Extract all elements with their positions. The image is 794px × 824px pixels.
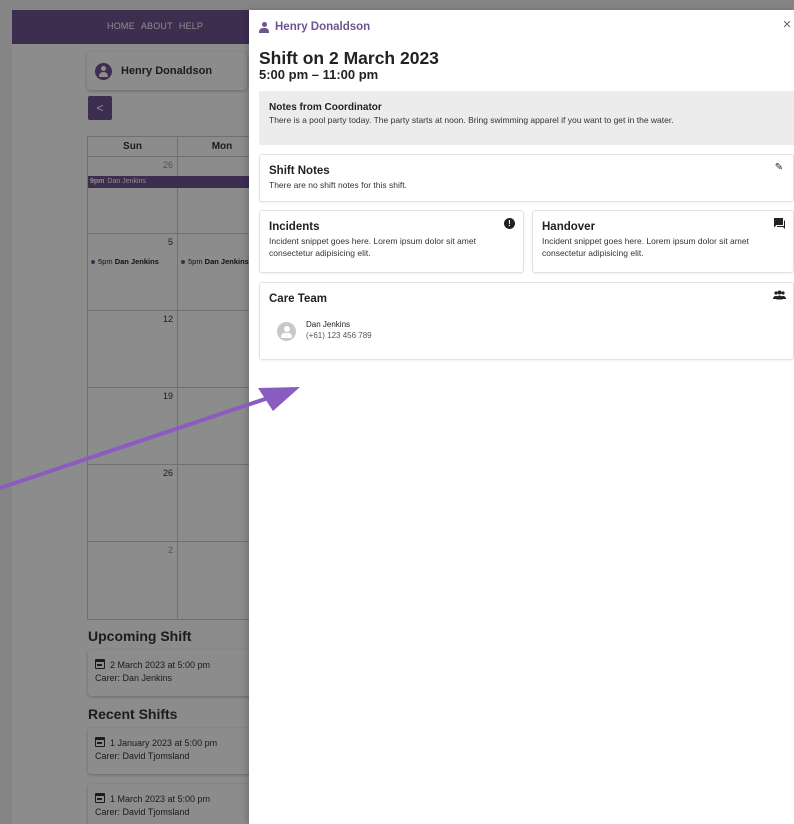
care-team-member[interactable]: Dan Jenkins (+61) 123 456 789 xyxy=(277,319,372,341)
chat-icon xyxy=(773,218,785,230)
shift-notes-card: Shift Notes There are no shift notes for… xyxy=(259,154,794,202)
incidents-text: Incident snippet goes here. Lorem ipsum … xyxy=(269,236,476,258)
member-name: Dan Jenkins xyxy=(306,320,351,329)
handover-card[interactable]: Handover Incident snippet goes here. Lor… xyxy=(532,210,794,273)
alert-icon: ! xyxy=(504,218,515,229)
drawer-client-header: Henry Donaldson xyxy=(259,21,370,33)
shift-title: Shift on 2 March 2023 xyxy=(259,48,439,68)
shift-time-range: 5:00 pm – 11:00 pm xyxy=(259,67,379,82)
coordinator-notes-title: Notes from Coordinator xyxy=(269,102,382,113)
care-team-title: Care Team xyxy=(269,293,327,305)
handover-text: Incident snippet goes here. Lorem ipsum … xyxy=(542,236,749,258)
incidents-title: Incidents xyxy=(269,221,320,233)
pencil-icon[interactable]: ✎ xyxy=(773,162,785,174)
arrow-shaft xyxy=(0,392,281,490)
shift-notes-text: There are no shift notes for this shift. xyxy=(269,180,407,190)
person-icon xyxy=(259,21,269,33)
avatar-icon xyxy=(277,322,296,341)
drawer-client-name: Henry Donaldson xyxy=(275,21,371,33)
coordinator-notes: Notes from Coordinator There is a pool p… xyxy=(259,91,794,145)
coordinator-notes-text: There is a pool party today. The party s… xyxy=(269,115,674,125)
shift-detail-drawer: Henry Donaldson × Shift on 2 March 2023 … xyxy=(249,10,794,824)
member-phone[interactable]: (+61) 123 456 789 xyxy=(306,330,372,341)
handover-title: Handover xyxy=(542,221,596,233)
close-icon[interactable]: × xyxy=(780,17,794,32)
group-icon xyxy=(773,290,786,302)
shift-notes-title: Shift Notes xyxy=(269,165,330,177)
annotation-arrow xyxy=(0,387,300,490)
care-team-card: Care Team Dan Jenkins (+61) 123 456 789 xyxy=(259,282,794,360)
incidents-card[interactable]: Incidents Incident snippet goes here. Lo… xyxy=(259,210,524,273)
